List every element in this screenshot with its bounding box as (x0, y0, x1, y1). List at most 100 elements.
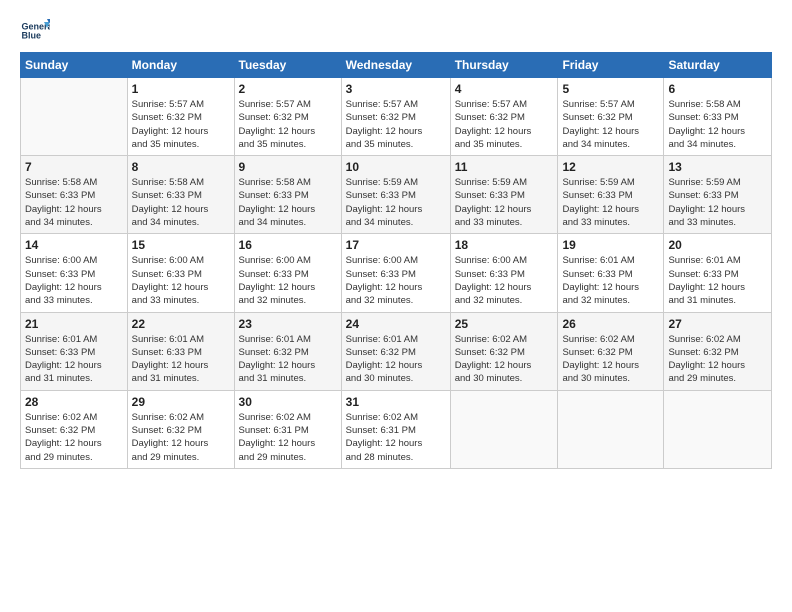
calendar-table: SundayMondayTuesdayWednesdayThursdayFrid… (20, 52, 772, 469)
calendar-cell: 8 Sunrise: 5:58 AMSunset: 6:33 PMDaylight… (127, 156, 234, 234)
day-number: 18 (455, 238, 554, 252)
weekday-header-tuesday: Tuesday (234, 53, 341, 78)
day-number: 2 (239, 82, 337, 96)
calendar-cell: 10 Sunrise: 5:59 AMSunset: 6:33 PMDayligh… (341, 156, 450, 234)
day-info: Sunrise: 6:02 AMSunset: 6:32 PMDaylight:… (455, 333, 554, 386)
day-number: 21 (25, 317, 123, 331)
calendar-cell: 29Sunrise: 6:02 AMSunset: 6:32 PMDayligh… (127, 390, 234, 468)
calendar-cell (21, 78, 128, 156)
day-info: Sunrise: 5:59 AMSunset: 6:33 PMDaylight:… (455, 176, 554, 229)
calendar-cell: 14 Sunrise: 6:00 AMSunset: 6:33 PMDayligh… (21, 234, 128, 312)
day-number: 29 (132, 395, 230, 409)
day-number: 8 (132, 160, 230, 174)
calendar-cell: 30 Sunrise: 6:02 AMSunset: 6:31 PMDayligh… (234, 390, 341, 468)
calendar-cell: 13 Sunrise: 5:59 AMSunset: 6:33 PMDayligh… (664, 156, 772, 234)
day-info: Sunrise: 5:58 AMSunset: 6:33 PMDaylight:… (668, 98, 767, 151)
day-number: 22 (132, 317, 230, 331)
calendar-cell: 4 Sunrise: 5:57 AMSunset: 6:32 PMDaylight… (450, 78, 558, 156)
day-number: 16 (239, 238, 337, 252)
day-info: Sunrise: 5:57 AMSunset: 6:32 PMDaylight:… (562, 98, 659, 151)
calendar-cell: 20 Sunrise: 6:01 AMSunset: 6:33 PMDayligh… (664, 234, 772, 312)
day-info: Sunrise: 5:58 AMSunset: 6:33 PMDaylight:… (132, 176, 230, 229)
calendar-cell: 5Sunrise: 5:57 AMSunset: 6:32 PMDaylight… (558, 78, 664, 156)
day-number: 17 (346, 238, 446, 252)
day-number: 28 (25, 395, 123, 409)
day-number: 7 (25, 160, 123, 174)
day-info: Sunrise: 5:59 AMSunset: 6:33 PMDaylight:… (562, 176, 659, 229)
day-info: Sunrise: 5:59 AMSunset: 6:33 PMDaylight:… (668, 176, 767, 229)
day-number: 15 (132, 238, 230, 252)
calendar-cell: 31 Sunrise: 6:02 AMSunset: 6:31 PMDayligh… (341, 390, 450, 468)
calendar-cell: 24 Sunrise: 6:01 AMSunset: 6:32 PMDayligh… (341, 312, 450, 390)
calendar-cell: 12 Sunrise: 5:59 AMSunset: 6:33 PMDayligh… (558, 156, 664, 234)
day-info: Sunrise: 5:58 AMSunset: 6:33 PMDaylight:… (25, 176, 123, 229)
day-info: Sunrise: 6:02 AMSunset: 6:31 PMDaylight:… (346, 411, 446, 464)
day-info: Sunrise: 6:00 AMSunset: 6:33 PMDaylight:… (239, 254, 337, 307)
calendar-cell: 9 Sunrise: 5:58 AMSunset: 6:33 PMDaylight… (234, 156, 341, 234)
calendar-cell: 19 Sunrise: 6:01 AMSunset: 6:33 PMDayligh… (558, 234, 664, 312)
weekday-header-thursday: Thursday (450, 53, 558, 78)
calendar-cell: 15Sunrise: 6:00 AMSunset: 6:33 PMDayligh… (127, 234, 234, 312)
day-info: Sunrise: 5:57 AMSunset: 6:32 PMDaylight:… (455, 98, 554, 151)
weekday-header-saturday: Saturday (664, 53, 772, 78)
day-info: Sunrise: 6:01 AMSunset: 6:32 PMDaylight:… (346, 333, 446, 386)
day-number: 6 (668, 82, 767, 96)
day-number: 1 (132, 82, 230, 96)
day-number: 26 (562, 317, 659, 331)
day-info: Sunrise: 6:01 AMSunset: 6:33 PMDaylight:… (668, 254, 767, 307)
day-number: 9 (239, 160, 337, 174)
calendar-cell: 27 Sunrise: 6:02 AMSunset: 6:32 PMDayligh… (664, 312, 772, 390)
svg-text:Blue: Blue (22, 31, 42, 41)
day-number: 27 (668, 317, 767, 331)
day-info: Sunrise: 5:57 AMSunset: 6:32 PMDaylight:… (346, 98, 446, 151)
day-number: 20 (668, 238, 767, 252)
calendar-cell: 11 Sunrise: 5:59 AMSunset: 6:33 PMDayligh… (450, 156, 558, 234)
day-info: Sunrise: 5:57 AMSunset: 6:32 PMDaylight:… (132, 98, 230, 151)
day-info: Sunrise: 6:02 AMSunset: 6:31 PMDaylight:… (239, 411, 337, 464)
calendar-cell: 22Sunrise: 6:01 AMSunset: 6:33 PMDayligh… (127, 312, 234, 390)
calendar-cell: 18 Sunrise: 6:00 AMSunset: 6:33 PMDayligh… (450, 234, 558, 312)
day-info: Sunrise: 5:58 AMSunset: 6:33 PMDaylight:… (239, 176, 337, 229)
day-number: 25 (455, 317, 554, 331)
weekday-header-monday: Monday (127, 53, 234, 78)
day-info: Sunrise: 5:57 AMSunset: 6:32 PMDaylight:… (239, 98, 337, 151)
calendar-cell (558, 390, 664, 468)
day-info: Sunrise: 6:02 AMSunset: 6:32 PMDaylight:… (25, 411, 123, 464)
calendar-cell: 17 Sunrise: 6:00 AMSunset: 6:33 PMDayligh… (341, 234, 450, 312)
day-info: Sunrise: 6:02 AMSunset: 6:32 PMDaylight:… (562, 333, 659, 386)
day-number: 12 (562, 160, 659, 174)
calendar-cell: 21Sunrise: 6:01 AMSunset: 6:33 PMDayligh… (21, 312, 128, 390)
day-number: 11 (455, 160, 554, 174)
day-info: Sunrise: 6:01 AMSunset: 6:33 PMDaylight:… (562, 254, 659, 307)
day-number: 31 (346, 395, 446, 409)
day-number: 3 (346, 82, 446, 96)
day-number: 23 (239, 317, 337, 331)
day-number: 13 (668, 160, 767, 174)
calendar-cell (450, 390, 558, 468)
day-info: Sunrise: 5:59 AMSunset: 6:33 PMDaylight:… (346, 176, 446, 229)
day-info: Sunrise: 6:00 AMSunset: 6:33 PMDaylight:… (346, 254, 446, 307)
calendar-cell: 23 Sunrise: 6:01 AMSunset: 6:32 PMDayligh… (234, 312, 341, 390)
day-number: 24 (346, 317, 446, 331)
day-number: 4 (455, 82, 554, 96)
logo: General Blue (20, 16, 54, 46)
calendar-cell: 2 Sunrise: 5:57 AMSunset: 6:32 PMDaylight… (234, 78, 341, 156)
calendar-cell: 1 Sunrise: 5:57 AMSunset: 6:32 PMDaylight… (127, 78, 234, 156)
day-info: Sunrise: 6:02 AMSunset: 6:32 PMDaylight:… (668, 333, 767, 386)
calendar-cell (664, 390, 772, 468)
calendar-cell: 16 Sunrise: 6:00 AMSunset: 6:33 PMDayligh… (234, 234, 341, 312)
calendar-cell: 26 Sunrise: 6:02 AMSunset: 6:32 PMDayligh… (558, 312, 664, 390)
day-info: Sunrise: 6:00 AMSunset: 6:33 PMDaylight:… (25, 254, 123, 307)
calendar-cell: 25 Sunrise: 6:02 AMSunset: 6:32 PMDayligh… (450, 312, 558, 390)
calendar-cell: 6 Sunrise: 5:58 AMSunset: 6:33 PMDaylight… (664, 78, 772, 156)
day-number: 14 (25, 238, 123, 252)
calendar-cell: 3 Sunrise: 5:57 AMSunset: 6:32 PMDaylight… (341, 78, 450, 156)
calendar-cell: 7 Sunrise: 5:58 AMSunset: 6:33 PMDaylight… (21, 156, 128, 234)
day-info: Sunrise: 6:01 AMSunset: 6:32 PMDaylight:… (239, 333, 337, 386)
day-number: 10 (346, 160, 446, 174)
weekday-header-friday: Friday (558, 53, 664, 78)
day-number: 19 (562, 238, 659, 252)
day-number: 30 (239, 395, 337, 409)
calendar-cell: 28 Sunrise: 6:02 AMSunset: 6:32 PMDayligh… (21, 390, 128, 468)
day-info: Sunrise: 6:00 AMSunset: 6:33 PMDaylight:… (455, 254, 554, 307)
